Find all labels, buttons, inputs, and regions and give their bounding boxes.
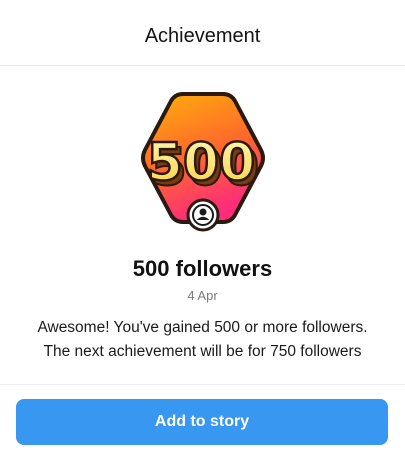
badge-hexagon-icon: 500 500 <box>141 92 265 232</box>
header-bar: Achievement <box>0 0 405 66</box>
achievement-date: 4 Apr <box>187 288 218 303</box>
achievement-badge: 500 500 <box>137 88 269 248</box>
achievement-description: Awesome! You've gained 500 or more follo… <box>0 316 405 364</box>
description-line-1: Awesome! You've gained 500 or more follo… <box>37 319 368 336</box>
achievement-title: 500 followers <box>132 256 273 281</box>
page-title: Achievement <box>144 25 261 47</box>
badge-number: 500 <box>147 133 256 193</box>
description-line-2: The next achievement will be for 750 fol… <box>43 343 362 360</box>
add-to-story-button[interactable]: Add to story <box>16 399 388 445</box>
divider <box>0 384 405 385</box>
